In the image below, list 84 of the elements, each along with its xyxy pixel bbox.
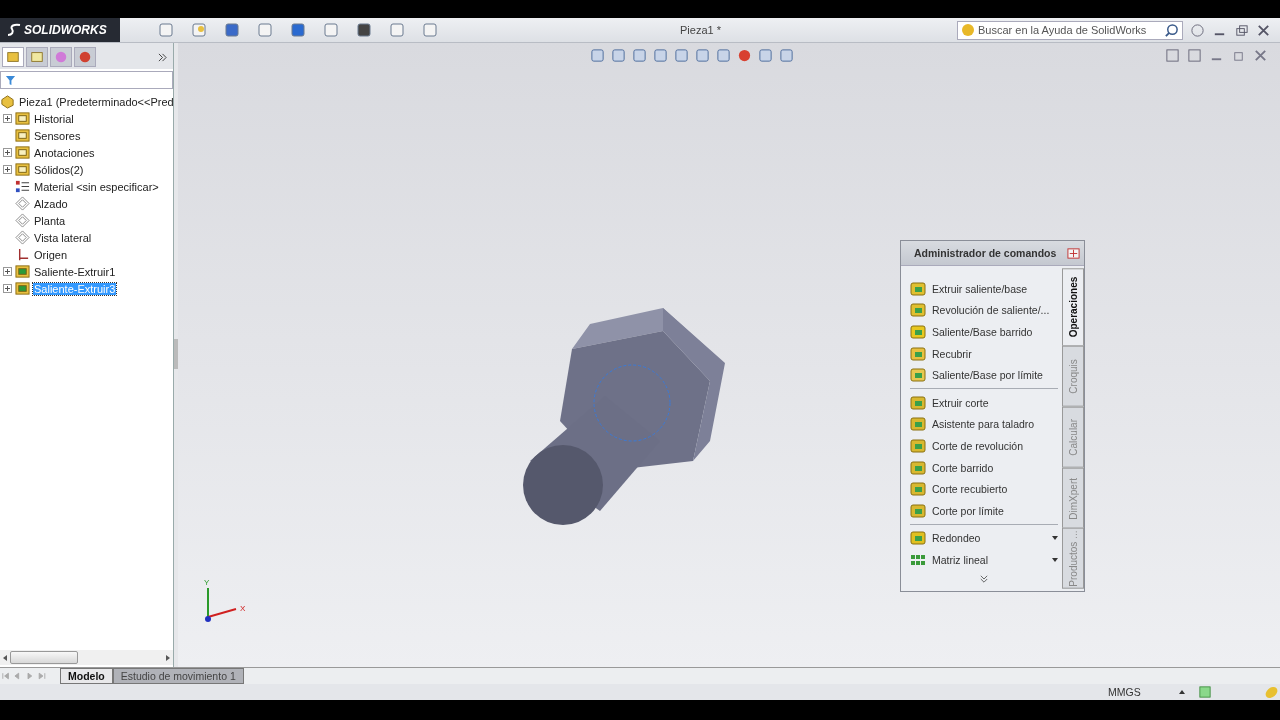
tree-item[interactable]: Sensores	[33, 129, 82, 142]
tree-item[interactable]: Origen	[33, 248, 69, 261]
tree-item[interactable]: Historial	[33, 112, 75, 125]
panel-tab[interactable]	[2, 47, 24, 67]
feature-icon	[910, 280, 926, 297]
tree-manager-icon	[6, 50, 20, 64]
folder-icon	[15, 128, 30, 143]
command-item[interactable]: Extruir corte	[932, 396, 989, 409]
axis-label: X	[240, 604, 246, 613]
command-item[interactable]: Asistente para taladro	[932, 418, 1035, 431]
feature-icon	[910, 302, 926, 319]
feature-icon	[910, 502, 926, 519]
filter-icon[interactable]	[5, 74, 16, 86]
display-manager-icon	[78, 50, 92, 64]
command-item[interactable]: Corte por límite	[932, 504, 1004, 517]
command-item[interactable]: Corte de revolución	[932, 439, 1024, 452]
expand-icon[interactable]	[3, 148, 12, 157]
plane-icon	[15, 213, 30, 228]
feature-icon	[910, 416, 926, 433]
document-title: Pieza1 *	[680, 24, 721, 36]
dropdown-icon[interactable]	[1052, 536, 1058, 541]
command-item[interactable]: Corte recubierto	[932, 483, 1008, 496]
panel-collapse-handle[interactable]	[174, 339, 178, 369]
feature-icon	[910, 345, 926, 362]
config-manager-icon	[54, 50, 68, 64]
folder-icon	[15, 145, 30, 160]
tree-root-label[interactable]: Pieza1 (Predeterminado<<Pred	[18, 95, 175, 108]
tree-item[interactable]: Alzado	[33, 197, 69, 210]
property-manager-icon	[30, 50, 44, 64]
tree-item[interactable]: Material <sin especificar>	[33, 180, 160, 193]
command-item[interactable]: Matriz lineal	[932, 553, 989, 566]
tree-item[interactable]: Anotaciones	[33, 146, 96, 159]
tree-item[interactable]: Saliente-Extruir1	[33, 265, 117, 278]
folder-icon	[15, 111, 30, 126]
app-logo[interactable]: SOLIDWORKS	[0, 18, 120, 42]
expand-icon[interactable]	[3, 267, 12, 276]
units-label[interactable]: MMGS	[1108, 686, 1141, 698]
feature-icon	[910, 324, 926, 340]
dropdown-icon[interactable]	[1052, 557, 1058, 562]
help-search-field[interactable]: Buscar en la Ayuda de SolidWorks	[957, 20, 1183, 40]
panel-tab[interactable]	[74, 47, 96, 67]
command-item[interactable]: Corte barrido	[932, 461, 994, 474]
expand-icon[interactable]	[3, 165, 12, 174]
panel-title: Administrador de comandos	[914, 247, 1057, 259]
feature-icon	[910, 481, 926, 498]
model-tab[interactable]: Estudio de movimiento 1	[112, 668, 244, 684]
command-item[interactable]: Extruir saliente/base	[932, 282, 1028, 295]
feature-icon	[910, 367, 926, 384]
feature-icon	[910, 459, 926, 476]
command-item[interactable]: Saliente/Base por límite	[932, 369, 1043, 382]
close-icon[interactable]	[1256, 22, 1271, 38]
material-icon	[15, 179, 30, 194]
feature-icon	[910, 394, 926, 411]
restore-icon[interactable]	[1234, 22, 1249, 38]
panel-tab[interactable]	[50, 47, 72, 67]
feature-icon	[910, 530, 926, 547]
tree-item[interactable]: Planta	[33, 214, 67, 227]
panel-tab[interactable]	[26, 47, 48, 67]
axis-triad-icon	[205, 587, 237, 622]
folder-icon	[15, 264, 30, 279]
expand-icon[interactable]	[3, 284, 12, 293]
folder-icon	[15, 281, 30, 296]
scroll-thumb[interactable]	[10, 651, 78, 664]
more-commands-icon[interactable]	[980, 574, 988, 583]
tree-item[interactable]: Sólidos(2)	[33, 163, 85, 176]
plane-icon	[15, 230, 30, 245]
axis-label: Y	[204, 578, 210, 587]
plane-icon	[15, 196, 30, 211]
model-tab[interactable]: Modelo	[60, 668, 113, 684]
command-tab[interactable]: Operaciones	[1062, 268, 1084, 347]
expand-chevron-icon[interactable]	[158, 52, 167, 62]
feature-icon	[910, 437, 926, 454]
close-icon[interactable]	[1253, 48, 1268, 63]
command-item[interactable]: Saliente/Base barrido	[932, 326, 1033, 338]
command-item[interactable]: Recubrir	[932, 347, 972, 360]
caret-icon[interactable]	[1178, 690, 1185, 694]
part-icon	[0, 94, 15, 109]
expand-icon[interactable]	[3, 114, 12, 123]
scroll-right-icon[interactable]	[164, 653, 172, 662]
command-item[interactable]: Revolución de saliente/...	[932, 304, 1050, 317]
command-item[interactable]: Redondeo	[932, 532, 981, 545]
folder-icon	[15, 162, 30, 177]
tree-item[interactable]: Vista lateral	[33, 231, 93, 244]
search-icon[interactable]	[1164, 22, 1179, 38]
